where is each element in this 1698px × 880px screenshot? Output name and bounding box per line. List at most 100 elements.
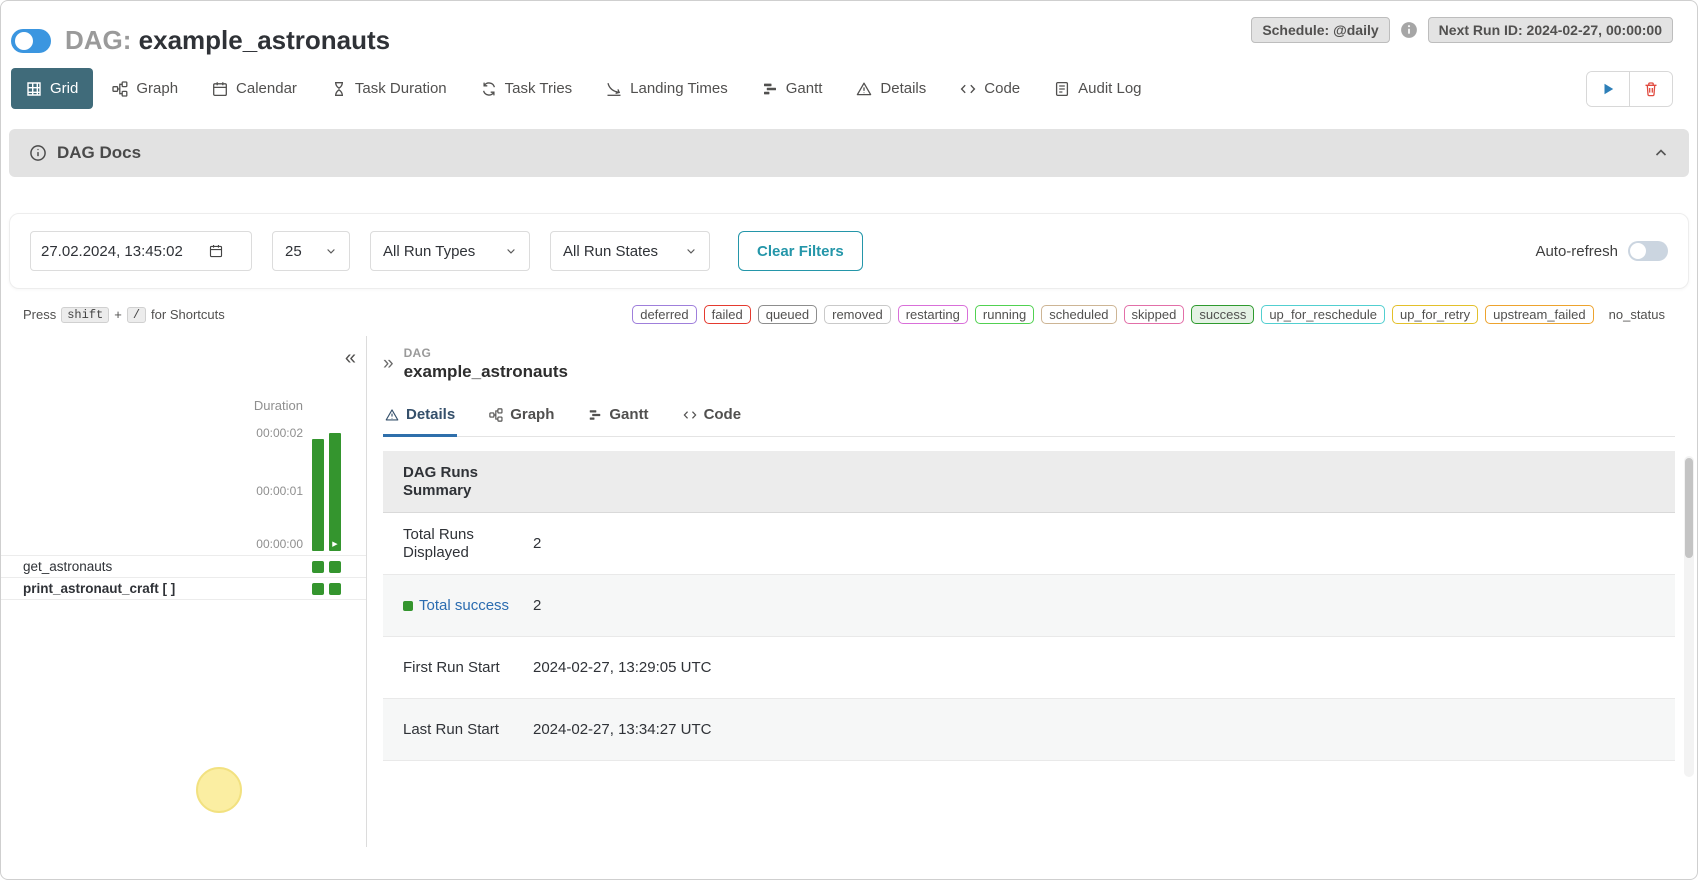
task-row[interactable]: get_astronauts bbox=[1, 556, 366, 578]
row-value: 2 bbox=[517, 523, 541, 564]
legend-row: Press shift + / for Shortcuts deferred f… bbox=[1, 305, 1697, 324]
schedule-info-icon[interactable] bbox=[1400, 21, 1418, 39]
tab-task-tries[interactable]: Task Tries bbox=[466, 68, 588, 109]
play-icon bbox=[1600, 81, 1616, 97]
date-picker-icon[interactable] bbox=[209, 244, 223, 258]
row-label: Total Runs Displayed bbox=[383, 514, 517, 573]
dag-action-buttons bbox=[1586, 71, 1673, 107]
graph-icon bbox=[489, 408, 503, 422]
base-date-input[interactable] bbox=[41, 243, 201, 260]
row-value: 2024-02-27, 13:34:27 UTC bbox=[517, 709, 711, 750]
detail-tab-gantt-label: Gantt bbox=[609, 406, 648, 423]
row-value: 2 bbox=[517, 585, 541, 626]
row-label: Last Run Start bbox=[383, 709, 517, 751]
chevron-up-icon[interactable] bbox=[1653, 145, 1669, 161]
landing-chart-icon bbox=[606, 81, 622, 97]
task-list: get_astronauts print_astronaut_craft [ ] bbox=[1, 555, 366, 600]
table-row: Total success 2 bbox=[383, 575, 1675, 637]
tab-code[interactable]: Code bbox=[945, 68, 1035, 109]
airflow-dag-page: DAG: example_astronauts Schedule: @daily… bbox=[1, 1, 1697, 847]
delete-dag-button[interactable] bbox=[1629, 72, 1672, 106]
tab-graph[interactable]: Graph bbox=[97, 68, 193, 109]
page-size-select[interactable]: 25 bbox=[272, 231, 350, 271]
vertical-scrollbar[interactable] bbox=[1684, 456, 1694, 777]
retry-arrows-icon bbox=[481, 81, 497, 97]
info-icon bbox=[29, 144, 47, 162]
tab-landing-times[interactable]: Landing Times bbox=[591, 68, 743, 109]
legend-deferred[interactable]: deferred bbox=[632, 305, 696, 324]
legend-removed[interactable]: removed bbox=[824, 305, 891, 324]
shortcuts-prefix: Press bbox=[23, 307, 56, 322]
legend-success[interactable]: success bbox=[1191, 305, 1254, 324]
tab-code-label: Code bbox=[984, 80, 1020, 97]
legend-queued[interactable]: queued bbox=[758, 305, 817, 324]
filter-bar: 25 All Run Types All Run States Clear Fi… bbox=[9, 213, 1689, 289]
shortcuts-suffix: for Shortcuts bbox=[151, 307, 225, 322]
legend-skipped[interactable]: skipped bbox=[1124, 305, 1185, 324]
expand-panel-button[interactable]: » bbox=[383, 354, 394, 373]
detail-tab-graph-label: Graph bbox=[510, 406, 554, 423]
tab-details[interactable]: Details bbox=[841, 68, 941, 109]
next-run-badge: Next Run ID: 2024-02-27, 00:00:00 bbox=[1428, 17, 1673, 43]
tab-grid[interactable]: Grid bbox=[11, 68, 93, 109]
tab-audit-log[interactable]: Audit Log bbox=[1039, 68, 1156, 109]
total-success-link[interactable]: Total success bbox=[419, 597, 509, 615]
dag-runs-summary-table: DAG Runs Summary Total Runs Displayed 2 … bbox=[383, 451, 1675, 761]
task-instance-cell[interactable] bbox=[312, 583, 324, 595]
duration-chart: Duration 00:00:02 00:00:01 00:00:00 ▶ bbox=[1, 336, 366, 555]
view-tabbar: Grid Graph Calendar Task Duration Task T… bbox=[1, 66, 1697, 111]
run-states-value: All Run States bbox=[563, 243, 658, 260]
run-states-select[interactable]: All Run States bbox=[550, 231, 710, 271]
legend-running[interactable]: running bbox=[975, 305, 1034, 324]
trigger-dag-button[interactable] bbox=[1587, 72, 1629, 106]
detail-tab-code-label: Code bbox=[704, 406, 742, 423]
tab-gantt[interactable]: Gantt bbox=[747, 68, 838, 109]
table-row: Last Run Start 2024-02-27, 13:34:27 UTC bbox=[383, 699, 1675, 761]
task-name[interactable]: get_astronauts bbox=[23, 559, 112, 574]
legend-failed[interactable]: failed bbox=[704, 305, 751, 324]
detail-tabbar: Details Graph Gantt Code bbox=[383, 398, 1675, 437]
legend-up-for-retry[interactable]: up_for_retry bbox=[1392, 305, 1478, 324]
clear-filters-button[interactable]: Clear Filters bbox=[738, 231, 863, 271]
grid-icon bbox=[26, 81, 42, 97]
legend-restarting[interactable]: restarting bbox=[898, 305, 968, 324]
run-types-select[interactable]: All Run Types bbox=[370, 231, 530, 271]
page-size-value: 25 bbox=[285, 243, 302, 260]
task-instance-cell[interactable] bbox=[312, 561, 324, 573]
trash-icon bbox=[1643, 81, 1659, 97]
detail-tab-details[interactable]: Details bbox=[383, 398, 457, 437]
success-square-icon bbox=[403, 601, 413, 611]
detail-tab-code[interactable]: Code bbox=[681, 398, 744, 437]
task-instance-cell[interactable] bbox=[329, 561, 341, 573]
task-instance-cell[interactable] bbox=[329, 583, 341, 595]
tab-calendar-label: Calendar bbox=[236, 80, 297, 97]
detail-tab-gantt[interactable]: Gantt bbox=[586, 398, 650, 437]
task-row[interactable]: print_astronaut_craft [ ] bbox=[1, 578, 366, 600]
tab-calendar[interactable]: Calendar bbox=[197, 68, 312, 109]
task-name[interactable]: print_astronaut_craft [ ] bbox=[23, 581, 175, 596]
legend-no-status[interactable]: no_status bbox=[1601, 305, 1673, 324]
legend-upstream-failed[interactable]: upstream_failed bbox=[1485, 305, 1594, 324]
tab-task-duration[interactable]: Task Duration bbox=[316, 68, 462, 109]
axis-tick: 00:00:02 bbox=[256, 426, 303, 440]
scrollbar-thumb[interactable] bbox=[1685, 458, 1693, 558]
dag-docs-title: DAG Docs bbox=[57, 143, 141, 163]
run-duration-bar[interactable]: ▶ bbox=[329, 433, 341, 551]
tab-task-tries-label: Task Tries bbox=[505, 80, 573, 97]
dag-name-title: example_astronauts bbox=[139, 25, 390, 55]
tab-graph-label: Graph bbox=[136, 80, 178, 97]
status-legend: deferred failed queued removed restartin… bbox=[632, 305, 1673, 324]
dag-docs-bar[interactable]: DAG Docs bbox=[9, 129, 1689, 177]
code-brackets-icon bbox=[683, 408, 697, 422]
toggle-knob bbox=[1630, 243, 1646, 259]
legend-scheduled[interactable]: scheduled bbox=[1041, 305, 1116, 324]
page-header: DAG: example_astronauts Schedule: @daily… bbox=[1, 1, 1697, 66]
tab-gantt-label: Gantt bbox=[786, 80, 823, 97]
dag-pause-toggle[interactable] bbox=[11, 29, 51, 53]
gantt-bars-icon bbox=[588, 408, 602, 422]
run-duration-bar[interactable] bbox=[312, 439, 324, 551]
auto-refresh-toggle[interactable] bbox=[1628, 241, 1668, 261]
detail-tab-graph[interactable]: Graph bbox=[487, 398, 556, 437]
hourglass-icon bbox=[331, 81, 347, 97]
legend-up-for-reschedule[interactable]: up_for_reschedule bbox=[1261, 305, 1385, 324]
